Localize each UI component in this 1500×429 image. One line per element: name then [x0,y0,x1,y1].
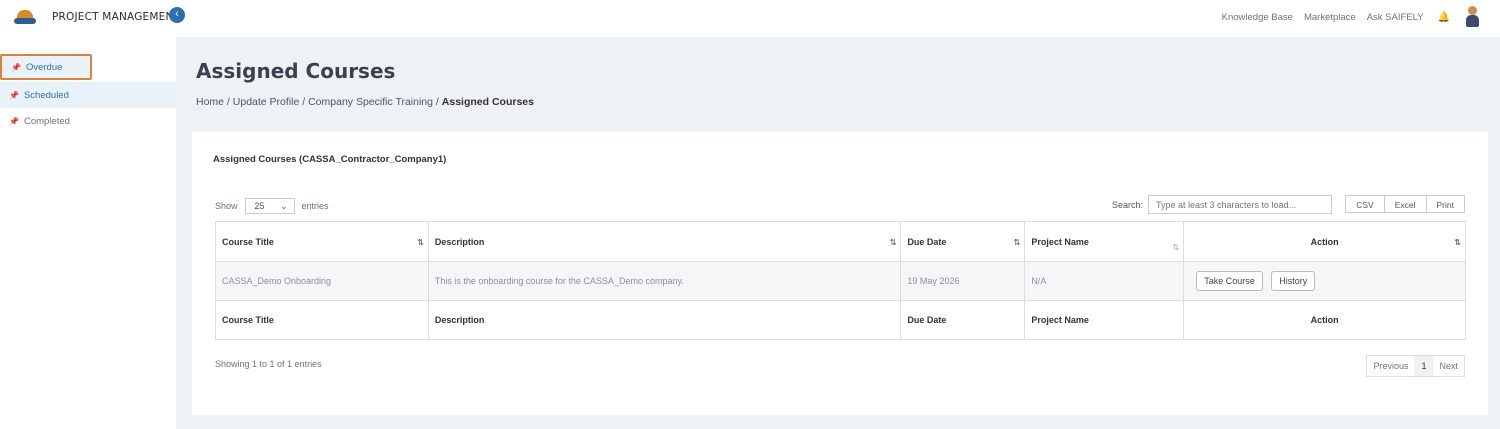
sort-icon[interactable]: ⇅ [417,238,424,247]
column-header-course-title[interactable]: Course Title ⇅ [215,221,429,262]
pagination: Previous 1 Next [1366,355,1465,377]
breadcrumb-current: Assigned Courses [441,96,534,108]
brand[interactable]: PROJECT MANAGEMENT [14,8,180,26]
sidebar-item-label: Scheduled [23,89,69,101]
pin-icon: 📌 [9,90,19,100]
chevron-down-icon: ⌄ [279,200,288,211]
footer-project-name: Project Name [1024,300,1185,340]
breadcrumb-company-training[interactable]: Company Specific Training [308,96,433,108]
search-input[interactable] [1148,195,1332,214]
column-header-project-name[interactable]: Project Name ⇅ [1024,221,1185,262]
knowledge-base-link[interactable]: Knowledge Base [1222,12,1293,23]
ask-saifely-link[interactable]: Ask SAIFELY [1367,12,1424,23]
column-header-due-date[interactable]: Due Date ⇅ [900,221,1026,262]
pin-icon: 📌 [9,116,19,126]
pin-icon: 📌 [11,62,21,72]
show-label: Show [215,201,238,211]
footer-description: Description [427,300,902,340]
cell-project-name: N/A [1024,261,1185,301]
page-title: Assigned Courses [196,59,396,83]
sort-icon[interactable]: ⇅ [1172,243,1179,252]
cell-action: Take Course History [1183,261,1466,301]
export-buttons: CSV Excel Print [1345,195,1465,213]
table-row: CASSA_Demo Onboarding This is the onboar… [215,261,1466,301]
print-button[interactable]: Print [1426,195,1465,213]
entries-control: Show 25 ⌄ entries [215,198,329,214]
breadcrumb: Home / Update Profile / Company Specific… [196,96,534,108]
sidebar-item-overdue[interactable]: 📌 Overdue [0,54,92,80]
next-button[interactable]: Next [1433,356,1464,376]
card-title: Assigned Courses (CASSA_Contractor_Compa… [213,154,447,165]
history-button[interactable]: History [1271,271,1316,291]
sidebar-item-label: Overdue [25,61,63,73]
breadcrumb-home[interactable]: Home [196,96,224,108]
sort-icon[interactable]: ⇅ [1014,238,1021,247]
top-bar: PROJECT MANAGEMENT ‹ Knowledge Base Mark… [0,0,1500,37]
sort-icon[interactable]: ⇅ [890,238,897,247]
entries-value: 25 [254,201,265,211]
excel-button[interactable]: Excel [1384,195,1427,213]
sidebar-item-completed[interactable]: 📌 Completed [0,108,176,134]
table-info: Showing 1 to 1 of 1 entries [215,359,322,369]
footer-course-title: Course Title [215,300,429,340]
page-1-button[interactable]: 1 [1414,356,1434,376]
collapse-sidebar-icon[interactable]: ‹ [169,7,185,23]
column-header-description[interactable]: Description ⇅ [427,221,902,262]
app-name: PROJECT MANAGEMENT [52,11,181,23]
sidebar-item-label: Completed [23,115,70,127]
take-course-button[interactable]: Take Course [1196,271,1263,291]
entries-select[interactable]: 25 ⌄ [244,198,295,214]
entries-label: entries [301,201,329,211]
sidebar: 📌 Overdue 📌 Scheduled 📌 Completed [0,37,176,429]
table-header-row: Course Title ⇅ Description ⇅ Due Date ⇅ Pro… [215,221,1466,262]
bell-icon[interactable]: 🔔 [1438,12,1450,23]
cell-due-date: 19 May 2026 [900,261,1026,301]
footer-action: Action [1183,300,1466,340]
sort-icon[interactable]: ⇅ [1454,238,1461,247]
cell-description: This is the onboarding course for the CA… [427,261,902,301]
search-label: Search: [1111,199,1143,210]
sidebar-item-scheduled[interactable]: 📌 Scheduled [0,82,176,108]
top-links: Knowledge Base Marketplace Ask SAIFELY 🔔 [1211,6,1480,28]
courses-table: Course Title ⇅ Description ⇅ Due Date ⇅ Pro… [215,221,1466,340]
marketplace-link[interactable]: Marketplace [1304,12,1356,23]
main-content: Assigned Courses Home / Update Profile /… [176,37,1500,429]
previous-button[interactable]: Previous [1367,356,1414,376]
table-footer-row: Course Title Description Due Date Projec… [215,300,1466,340]
search-control: Search: [1112,195,1332,214]
footer-due-date: Due Date [900,300,1026,340]
avatar[interactable] [1464,6,1480,28]
courses-card: Assigned Courses (CASSA_Contractor_Compa… [192,132,1488,415]
breadcrumb-update-profile[interactable]: Update Profile [233,96,300,108]
brand-logo-icon [14,8,36,26]
cell-course-title: CASSA_Demo Onboarding [215,261,429,301]
column-header-action[interactable]: Action ⇅ [1183,221,1466,262]
csv-button[interactable]: CSV [1345,195,1385,213]
